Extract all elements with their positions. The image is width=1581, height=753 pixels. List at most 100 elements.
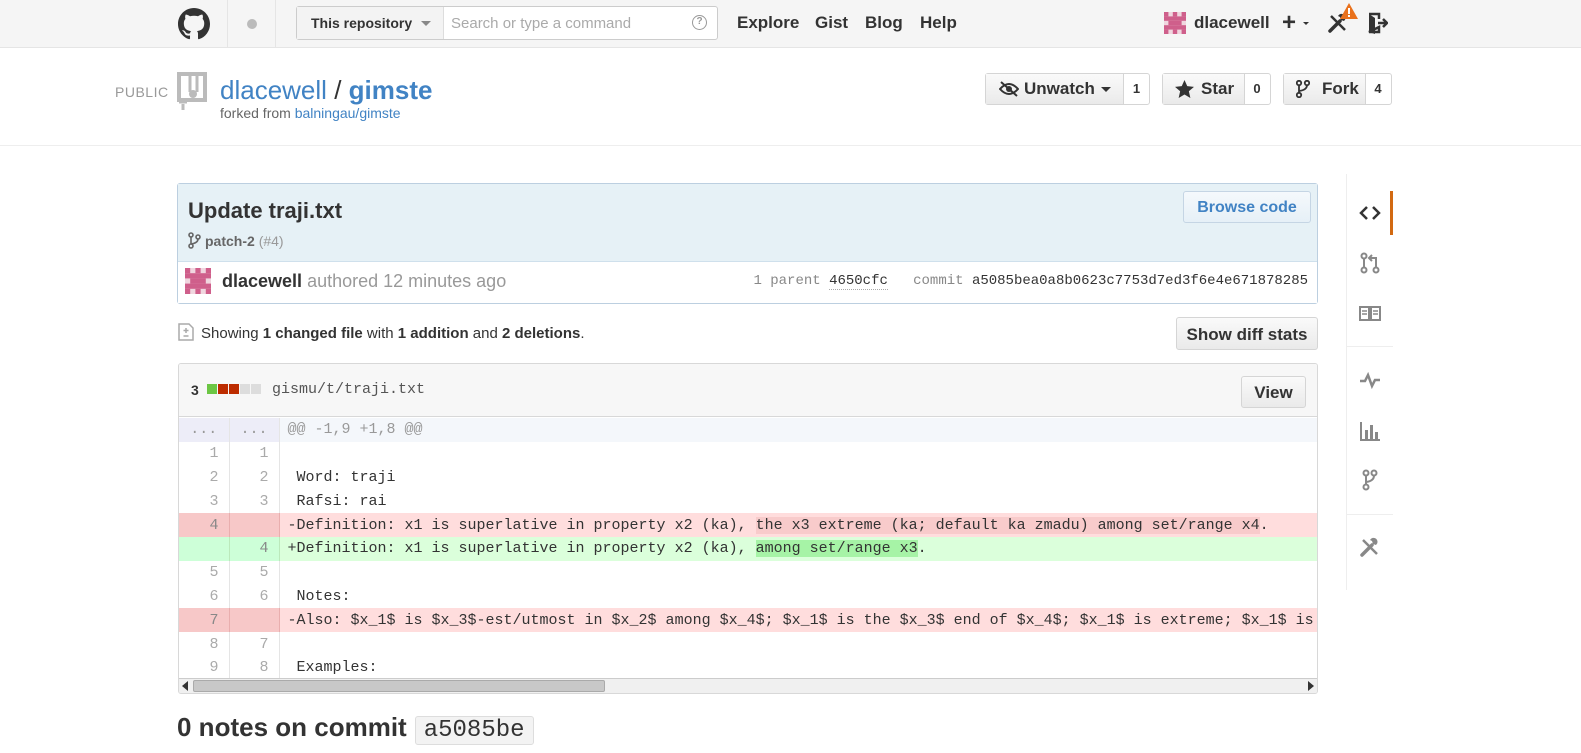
commit-title: Update traji.txt: [188, 198, 343, 223]
old-line-number[interactable]: 9: [179, 655, 230, 680]
diff-text: .: [917, 540, 927, 558]
horizontal-scrollbar[interactable]: [179, 678, 1317, 693]
diff-line: 55: [179, 560, 1317, 585]
search-scope-select[interactable]: This repository: [297, 7, 444, 39]
diff-code: -Also: $x_1$ is $x_3$-est/utmost in $x_2…: [279, 608, 1317, 633]
star-label: Star: [1201, 79, 1235, 98]
nav-gist[interactable]: Gist: [815, 13, 848, 33]
diff-code: [279, 561, 1317, 585]
toc-changed-files: 1 changed file: [262, 325, 363, 342]
repo-owner-link[interactable]: dlacewell: [220, 75, 327, 105]
repo-header: PUBLIC dlacewell / gimste forked from ba…: [0, 48, 1581, 146]
old-line-number[interactable]: [179, 536, 230, 561]
new-line-number[interactable]: 2: [229, 465, 280, 490]
new-line-number[interactable]: 6: [229, 584, 280, 609]
browse-code-button[interactable]: Browse code: [1183, 191, 1311, 223]
unwatch-button[interactable]: Unwatch: [986, 74, 1124, 104]
create-new-button[interactable]: +: [1282, 9, 1296, 37]
github-logo-icon[interactable]: [178, 8, 210, 40]
help-icon[interactable]: ?: [692, 15, 707, 30]
pull-request-icon[interactable]: [1359, 252, 1381, 274]
diff-code: Examples:: [287, 659, 378, 677]
toc-period: .: [580, 325, 585, 342]
watchers-count[interactable]: 1: [1124, 74, 1149, 104]
forked-source-link[interactable]: balningau/gimste: [295, 105, 401, 121]
toc-with: with: [366, 325, 394, 342]
diff-code: +Definition: x1 is superlative in proper…: [279, 536, 1317, 561]
fork-button[interactable]: Fork: [1284, 74, 1366, 104]
stargazers-count[interactable]: 0: [1244, 74, 1270, 104]
star-icon: [1175, 80, 1194, 98]
parent-sha-link[interactable]: 4650cfc: [829, 273, 888, 290]
nav-help[interactable]: Help: [920, 13, 957, 33]
diff-code: Rafsi: rai: [287, 492, 387, 510]
scroll-left-icon[interactable]: [182, 681, 188, 691]
fork-label: Fork: [1322, 79, 1359, 98]
nav-explore[interactable]: Explore: [737, 13, 799, 33]
settings-tools-icon[interactable]: [1359, 536, 1381, 558]
new-line-number[interactable]: 3: [229, 489, 280, 514]
old-line-number[interactable]: 1: [179, 441, 230, 466]
repo-nav-sidebar: [1346, 174, 1393, 590]
nav-blog[interactable]: Blog: [865, 13, 903, 33]
commit-summary: Update traji.txt patch-2 (#4) Browse cod…: [177, 183, 1318, 304]
show-diff-stats-button[interactable]: Show diff stats: [1176, 317, 1318, 350]
diffstat-block: [240, 384, 250, 394]
branch-name-link[interactable]: patch-2: [205, 233, 255, 249]
new-line-number[interactable]: 7: [229, 632, 280, 656]
avatar[interactable]: [185, 268, 211, 294]
old-line-number[interactable]: 6: [179, 584, 230, 609]
network-fork-icon[interactable]: [1359, 469, 1381, 491]
username-link[interactable]: dlacewell: [1194, 13, 1270, 33]
diff-text: -Definition: x1 is superlative in proper…: [287, 516, 756, 534]
repo-name-link[interactable]: gimste: [349, 75, 433, 105]
diff-line: 33 Rafsi: rai: [179, 489, 1317, 514]
toc-showing: Showing: [201, 325, 259, 342]
notification-indicator-icon[interactable]: [247, 19, 257, 29]
diff-summary: Showing 1 changed file with 1 addition a…: [201, 325, 585, 342]
commit-meta: dlacewell authored 12 minutes ago 1 pare…: [178, 262, 1317, 303]
old-line-number[interactable]: 3: [179, 489, 230, 514]
file-diff-icon: [178, 323, 194, 341]
new-line-number[interactable]: 1: [229, 441, 280, 466]
new-line-number[interactable]: 5: [229, 560, 280, 585]
diff-code: [279, 442, 1317, 466]
forked-from: forked from balningau/gimste: [220, 105, 401, 121]
unwatch-label: Unwatch: [1024, 79, 1095, 98]
header-divider: [275, 0, 276, 47]
new-line-number[interactable]: 8: [229, 655, 280, 680]
old-line-number[interactable]: 2: [179, 465, 230, 490]
scrollbar-thumb[interactable]: [193, 680, 605, 692]
forks-count[interactable]: 4: [1365, 74, 1391, 104]
file-path[interactable]: gismu/t/traji.txt: [272, 381, 425, 398]
new-line-number[interactable]: 4: [229, 536, 280, 561]
chevron-down-icon: [1101, 87, 1111, 92]
view-file-button[interactable]: View: [1241, 376, 1306, 408]
graphs-icon[interactable]: [1359, 420, 1381, 442]
scroll-right-icon[interactable]: [1308, 681, 1314, 691]
diff-line: 11: [179, 441, 1317, 466]
sign-out-icon[interactable]: [1366, 12, 1388, 34]
old-line-number[interactable]: 5: [179, 560, 230, 585]
diff-line: 4 +Definition: x1 is superlative in prope…: [179, 536, 1317, 561]
wiki-book-icon[interactable]: [1359, 302, 1381, 324]
search-input[interactable]: Search or type a command: [451, 15, 631, 32]
commit-notes-heading: 0 notes on commit a5085be: [177, 712, 534, 745]
old-line-number[interactable]: 7: [179, 608, 230, 633]
repo-title: dlacewell / gimste: [220, 75, 432, 106]
pull-request-link[interactable]: (#4): [259, 233, 284, 249]
diff-highlight: among set/range x3: [755, 540, 918, 558]
old-line-number[interactable]: 4: [179, 513, 230, 537]
diff-highlight: the x3 extreme (ka; default ka zmadu) am…: [755, 516, 1260, 534]
watch-button-group: Unwatch 1: [985, 73, 1150, 105]
old-line-number[interactable]: 8: [179, 632, 230, 656]
pulse-icon[interactable]: [1359, 369, 1381, 391]
star-button[interactable]: Star: [1163, 74, 1245, 104]
diff-code: -Definition: x1 is superlative in proper…: [279, 513, 1317, 537]
code-icon[interactable]: [1359, 202, 1381, 224]
new-line-number[interactable]: [229, 608, 280, 633]
notes-commit-sha: a5085be: [414, 716, 534, 745]
file-header: 3 gismu/t/traji.txt View: [179, 364, 1317, 417]
new-line-number[interactable]: [229, 513, 280, 537]
author-link[interactable]: dlacewell: [222, 271, 302, 291]
